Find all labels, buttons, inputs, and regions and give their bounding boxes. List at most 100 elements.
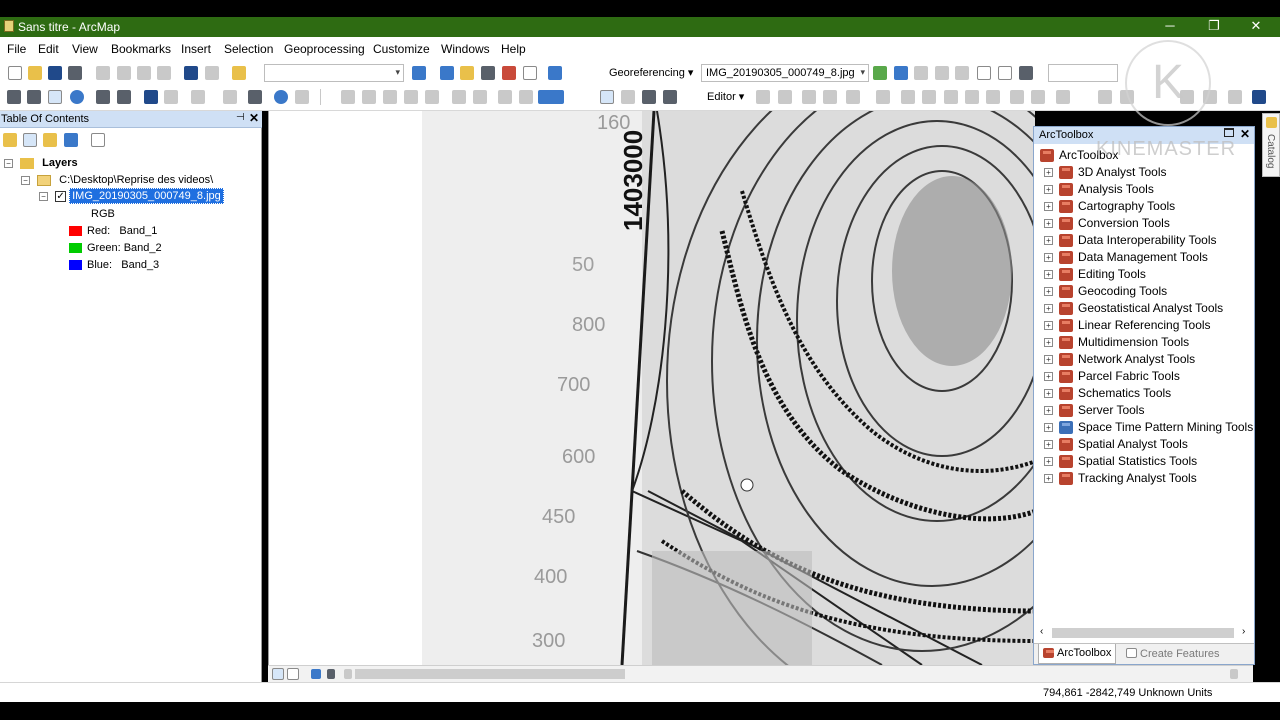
- toolbox-item[interactable]: + Conversion Tools: [1044, 216, 1170, 233]
- menu-bookmarks[interactable]: Bookmarks: [111, 42, 171, 56]
- menu-customize[interactable]: Customize: [373, 42, 430, 56]
- list-by-selection-icon[interactable]: [64, 133, 78, 147]
- refresh-icon[interactable]: [1252, 90, 1266, 104]
- go-to-xy-icon[interactable]: [404, 90, 418, 104]
- editor-toolbar-icon[interactable]: [412, 66, 426, 80]
- horizontal-scrollbar-thumb[interactable]: [355, 669, 625, 679]
- print-preview-icon[interactable]: [663, 90, 677, 104]
- delete-icon[interactable]: [157, 66, 171, 80]
- full-extent-icon[interactable]: [70, 90, 84, 104]
- toolbox-item[interactable]: + Data Management Tools: [1044, 250, 1208, 267]
- layout-icon-4[interactable]: [519, 90, 533, 104]
- hyperlink-icon[interactable]: [295, 90, 309, 104]
- expand-icon[interactable]: +: [1044, 372, 1053, 382]
- menu-view[interactable]: View: [72, 42, 98, 56]
- expand-icon[interactable]: +: [1044, 457, 1053, 467]
- create-features-icon[interactable]: [1056, 90, 1070, 104]
- python-window-icon[interactable]: [523, 66, 537, 80]
- toolbox-item[interactable]: + Spatial Statistics Tools: [1044, 454, 1197, 471]
- reshape-icon[interactable]: [922, 90, 936, 104]
- editor-menu[interactable]: Editor ▾: [707, 90, 744, 103]
- toolbox-item[interactable]: + Analysis Tools: [1044, 182, 1154, 199]
- layer-row[interactable]: − ✓ IMG_20190305_000749_8.jpg: [39, 188, 224, 207]
- toc-close-icon[interactable]: ✕: [249, 111, 259, 125]
- straight-segment-icon[interactable]: [802, 90, 816, 104]
- lock-icon[interactable]: [642, 90, 656, 104]
- layout-view-button[interactable]: [287, 668, 299, 680]
- expand-icon[interactable]: +: [1044, 355, 1053, 365]
- toolbox-item[interactable]: + Data Interoperability Tools: [1044, 233, 1217, 250]
- toolbox-item[interactable]: + Parcel Fabric Tools: [1044, 369, 1180, 386]
- collapse-icon[interactable]: −: [21, 175, 30, 185]
- close-button[interactable]: ✕: [1236, 17, 1276, 37]
- menu-insert[interactable]: Insert: [181, 42, 211, 56]
- refresh-view-icon[interactable]: [311, 669, 321, 679]
- save-icon[interactable]: [48, 66, 62, 80]
- map-scale-combo[interactable]: ▾: [264, 64, 404, 82]
- clear-selection-icon[interactable]: [223, 90, 237, 104]
- shift-icon[interactable]: [935, 66, 949, 80]
- toolbox-item[interactable]: + Server Tools: [1044, 403, 1144, 420]
- expand-icon[interactable]: +: [1044, 202, 1053, 212]
- edit-vertices-icon[interactable]: [901, 90, 915, 104]
- auto-registration-icon[interactable]: [894, 66, 908, 80]
- data-view-button[interactable]: [272, 668, 284, 680]
- pin-icon[interactable]: ⊣: [236, 112, 245, 123]
- print-icon[interactable]: [68, 66, 82, 80]
- color-swatch-icon[interactable]: [538, 90, 564, 104]
- toolbox-item[interactable]: + Geostatistical Analyst Tools: [1044, 301, 1223, 318]
- georeferencing-menu[interactable]: Georeferencing ▾: [609, 66, 693, 79]
- scroll-left-icon[interactable]: ‹: [1040, 626, 1043, 637]
- menu-file[interactable]: File: [7, 42, 26, 56]
- trace-icon[interactable]: [846, 90, 860, 104]
- menu-windows[interactable]: Windows: [441, 42, 490, 56]
- map-display[interactable]: 160 1403000 50 800 700 600 450 400 300: [268, 111, 1035, 665]
- layout-icon-2[interactable]: [473, 90, 487, 104]
- expand-icon[interactable]: +: [1044, 168, 1053, 178]
- catalog-window-icon[interactable]: [460, 66, 474, 80]
- rotate-feature-icon[interactable]: [986, 90, 1000, 104]
- toolbox-item[interactable]: + Schematics Tools: [1044, 386, 1171, 403]
- arctoolbox-close-icon[interactable]: ✕: [1240, 127, 1250, 141]
- layers-row[interactable]: − Layers: [4, 157, 78, 174]
- maximize-icon[interactable]: [1224, 128, 1234, 137]
- toolbox-item[interactable]: + Geocoding Tools: [1044, 284, 1167, 301]
- view-link-table-icon[interactable]: [977, 66, 991, 80]
- expand-icon[interactable]: +: [1044, 304, 1053, 314]
- menu-help[interactable]: Help: [501, 42, 526, 56]
- select-elements-icon[interactable]: [248, 90, 262, 104]
- new-document-icon[interactable]: [8, 66, 22, 80]
- toolbox-item[interactable]: + Tracking Analyst Tools: [1044, 471, 1197, 488]
- select-features-icon[interactable]: [191, 90, 205, 104]
- layout-view-icon[interactable]: [621, 90, 635, 104]
- expand-icon[interactable]: +: [1044, 236, 1053, 246]
- scanned-topographic-map[interactable]: 160 1403000 50 800 700 600 450 400 300: [422, 111, 1035, 665]
- split-icon[interactable]: [965, 90, 979, 104]
- toolbox-item[interactable]: +3D Analyst Tools: [1044, 165, 1167, 182]
- menu-geoprocessing[interactable]: Geoprocessing: [284, 42, 365, 56]
- sketch-properties-icon[interactable]: [1031, 90, 1045, 104]
- list-by-drawing-order-icon[interactable]: [3, 133, 17, 147]
- model-builder-icon[interactable]: [548, 66, 562, 80]
- search-window-icon[interactable]: [481, 66, 495, 80]
- toolbox-item[interactable]: + Spatial Analyst Tools: [1044, 437, 1188, 454]
- toolbox-item[interactable]: + Multidimension Tools: [1044, 335, 1189, 352]
- expand-icon[interactable]: +: [1044, 474, 1053, 484]
- expand-icon[interactable]: +: [1044, 338, 1053, 348]
- expand-icon[interactable]: +: [1044, 185, 1053, 195]
- layer-visibility-checkbox[interactable]: ✓: [55, 190, 67, 202]
- collapse-icon[interactable]: −: [39, 191, 48, 201]
- cut-polygons-icon[interactable]: [944, 90, 958, 104]
- list-by-visibility-icon[interactable]: [43, 133, 57, 147]
- list-by-source-icon[interactable]: [23, 133, 37, 147]
- attributes-icon[interactable]: [1010, 90, 1024, 104]
- layer-name-label[interactable]: IMG_20190305_000749_8.jpg: [69, 188, 224, 204]
- arctoolbox-icon[interactable]: [502, 66, 516, 80]
- collapse-icon[interactable]: −: [4, 158, 13, 168]
- viewer-icon[interactable]: [998, 66, 1012, 80]
- toolbox-item[interactable]: + Editing Tools: [1044, 267, 1146, 284]
- redo-icon[interactable]: [205, 66, 219, 80]
- maximize-button[interactable]: ❐: [1194, 17, 1234, 37]
- point-icon[interactable]: [876, 90, 890, 104]
- fixed-zoom-out-icon[interactable]: [117, 90, 131, 104]
